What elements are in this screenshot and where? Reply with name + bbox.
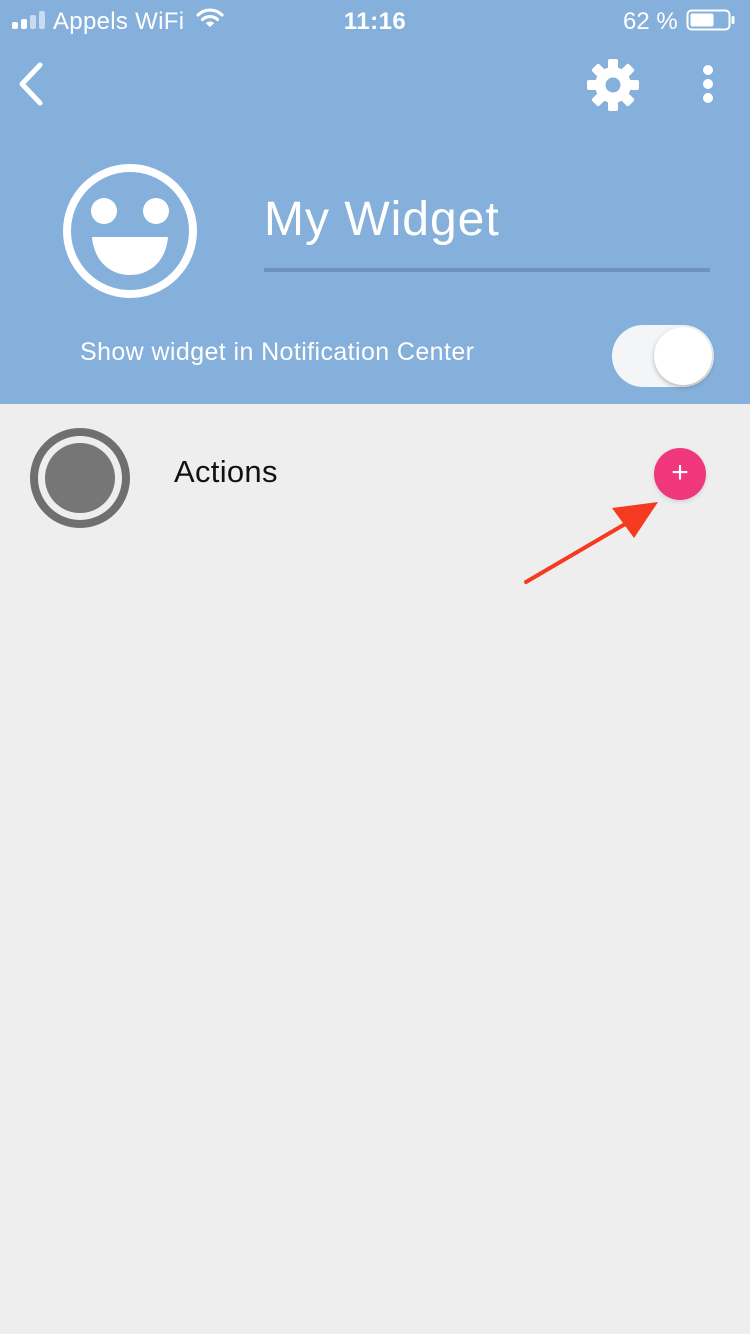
widget-header: Appels WiFi 11:16 62 % My Widget Show wi… bbox=[0, 0, 750, 404]
settings-button[interactable] bbox=[585, 57, 641, 113]
smiley-face-icon bbox=[63, 164, 197, 298]
gear-icon bbox=[587, 59, 639, 111]
battery-icon bbox=[686, 9, 735, 31]
widget-icon-button[interactable] bbox=[60, 161, 200, 301]
notification-center-toggle-label: Show widget in Notification Center bbox=[80, 338, 475, 366]
battery-percentage: 62 % bbox=[623, 8, 678, 35]
record-circle-inner bbox=[45, 443, 115, 513]
more-vertical-icon bbox=[703, 65, 713, 103]
widget-editor-screen: Appels WiFi 11:16 62 % My Widget Show wi… bbox=[0, 0, 750, 1334]
toggle-knob bbox=[654, 327, 712, 385]
status-bar: Appels WiFi 11:16 62 % bbox=[0, 0, 750, 40]
more-options-button[interactable] bbox=[692, 60, 724, 108]
chevron-left-icon bbox=[19, 62, 43, 106]
annotation-arrow-icon bbox=[524, 502, 658, 584]
widget-name-field[interactable]: My Widget bbox=[264, 190, 710, 272]
actions-title: Actions bbox=[174, 454, 278, 489]
notification-center-toggle[interactable] bbox=[612, 325, 714, 387]
record-circle-icon bbox=[30, 428, 130, 528]
back-button[interactable] bbox=[12, 58, 52, 110]
